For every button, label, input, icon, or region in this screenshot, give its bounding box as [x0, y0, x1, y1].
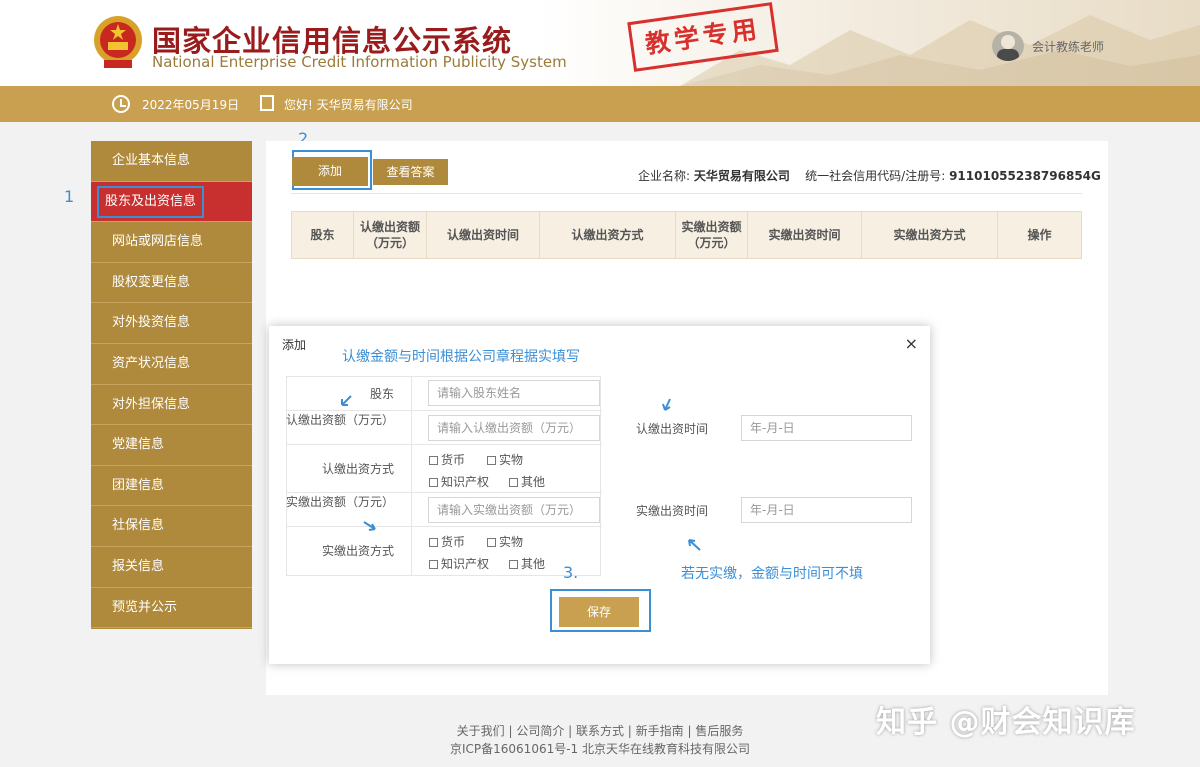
checkbox-icon [487, 538, 496, 547]
paid-method-label: 实缴出资方式 [321, 544, 394, 558]
checkbox-icon [509, 560, 518, 569]
checkbox-icon [429, 456, 438, 465]
col-paid-amount: 实缴出资额（万元） [676, 212, 748, 258]
step-3-annotation: 3. [563, 563, 579, 582]
col-sub-amount: 认缴出资额（万元） [354, 212, 427, 258]
national-emblem-icon [94, 16, 142, 68]
sub-amount-input[interactable]: 请输入认缴出资额（万元） [428, 415, 600, 441]
arrow-icon [688, 539, 701, 551]
col-paid-method: 实缴出资方式 [862, 212, 998, 258]
sidebar-item-shareholder[interactable]: 股东及出资信息 [91, 181, 252, 223]
note-top: 认缴金额与时间根据公司章程据实填写 [342, 349, 580, 365]
sidebar-item-party[interactable]: 党建信息 [91, 425, 252, 466]
paid-time-input[interactable]: 年-月-日 [741, 497, 912, 523]
checkbox-icon [429, 560, 438, 569]
add-button[interactable]: 添加 [292, 157, 368, 186]
dialog-title: 添加 [282, 338, 307, 352]
sub-method-ip-checkbox[interactable]: 知识产权 [429, 473, 489, 490]
sub-method-label: 认缴出资方式 [321, 462, 394, 476]
sidebar-item-investment[interactable]: 对外投资信息 [91, 303, 252, 344]
save-button[interactable]: 保存 [559, 597, 639, 627]
company-name: 天华贸易有限公司 [693, 169, 790, 183]
arrow-icon [341, 395, 352, 406]
sidebar-item-assets[interactable]: 资产状况信息 [91, 344, 252, 385]
divider [291, 193, 1082, 194]
footer-icp: 京ICP备16061061号-1 北京天华在线教育科技有限公司 [449, 742, 750, 756]
shareholder-table-header: 股东 认缴出资额（万元） 认缴出资时间 认缴出资方式 实缴出资额（万元） 实缴出… [291, 211, 1082, 259]
close-icon[interactable]: × [905, 334, 918, 353]
sub-time-label: 认缴出资时间 [636, 422, 709, 436]
sub-method-goods-checkbox[interactable]: 实物 [487, 451, 523, 468]
sub-method-currency-checkbox[interactable]: 货币 [429, 451, 465, 468]
arrow-icon [662, 398, 671, 411]
checkbox-icon [429, 538, 438, 547]
building-icon [260, 95, 274, 111]
paid-amount-input[interactable]: 请输入实缴出资额（万元） [428, 497, 600, 523]
sidebar-item-basic-info[interactable]: 企业基本信息 [91, 141, 252, 182]
site-title-en: National Enterprise Credit Information P… [152, 53, 567, 71]
view-answer-button[interactable]: 查看答案 [373, 159, 448, 185]
note-bottom: 若无实缴，金额与时间可不填 [681, 566, 863, 582]
site-header: 国家企业信用信息公示系统 National Enterprise Credit … [0, 0, 1200, 86]
paid-method-currency-checkbox[interactable]: 货币 [429, 533, 465, 550]
company-info: 企业名称: 天华贸易有限公司 统一社会信用代码/注册号: 91101055238… [638, 169, 1101, 183]
arrow-icon [363, 521, 376, 531]
sidebar-item-customs[interactable]: 报关信息 [91, 547, 252, 588]
sidebar-item-website[interactable]: 网站或网店信息 [91, 222, 252, 263]
checkbox-icon [429, 478, 438, 487]
sub-time-input[interactable]: 年-月-日 [741, 415, 912, 441]
sidebar-item-preview-publish[interactable]: 预览并公示 [91, 588, 252, 629]
paid-method-other-checkbox[interactable]: 其他 [509, 555, 545, 572]
sub-method-other-checkbox[interactable]: 其他 [509, 473, 545, 490]
paid-time-label: 实缴出资时间 [636, 504, 709, 518]
paid-method-ip-checkbox[interactable]: 知识产权 [429, 555, 489, 572]
sidebar-item-guarantee[interactable]: 对外担保信息 [91, 385, 252, 426]
col-paid-time: 实缴出资时间 [748, 212, 862, 258]
sidebar-nav: 企业基本信息 股东及出资信息 网站或网店信息 股权变更信息 对外投资信息 资产状… [91, 141, 252, 629]
info-bar: 2022年05月19日 您好! 天华贸易有限公司 [0, 86, 1200, 122]
credit-code: 91101055238796854G [949, 169, 1101, 183]
step-1-annotation: 1 [64, 187, 75, 206]
zhihu-watermark: 知乎 @财会知识库 [876, 705, 1136, 740]
greeting-text: 您好! 天华贸易有限公司 [284, 98, 413, 112]
sidebar-item-social-security[interactable]: 社保信息 [91, 506, 252, 547]
col-sub-time: 认缴出资时间 [427, 212, 540, 258]
col-sub-method: 认缴出资方式 [540, 212, 676, 258]
sub-amount-label: 认缴出资额（万元） [286, 413, 395, 427]
user-avatar[interactable] [992, 31, 1024, 61]
checkbox-icon [487, 456, 496, 465]
checkbox-icon [509, 478, 518, 487]
sidebar-item-league[interactable]: 团建信息 [91, 466, 252, 507]
user-name[interactable]: 会计教练老师 [1032, 38, 1104, 55]
paid-method-goods-checkbox[interactable]: 实物 [487, 533, 523, 550]
col-shareholder: 股东 [292, 212, 354, 258]
current-date: 2022年05月19日 [142, 98, 240, 112]
col-action: 操作 [1027, 228, 1052, 242]
sidebar-item-equity-change[interactable]: 股权变更信息 [91, 263, 252, 304]
shareholder-input[interactable]: 请输入股东姓名 [428, 380, 600, 406]
paid-amount-label: 实缴出资额（万元） [286, 495, 395, 509]
clock-icon [112, 95, 130, 113]
